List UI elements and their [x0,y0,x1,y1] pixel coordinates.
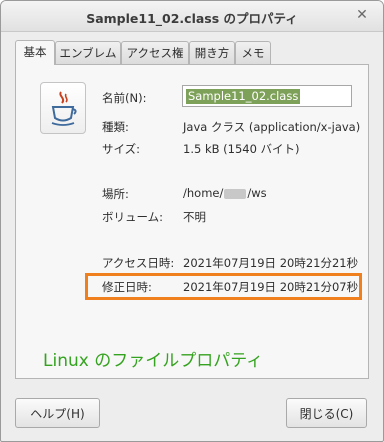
help-button[interactable]: ヘルプ(H) [15,398,100,428]
location-value: /home/ /ws [183,186,267,200]
modified-label: 修正日時: [102,280,152,294]
volume-label: ボリューム: [102,210,164,224]
name-label: 名前(N): [102,91,147,105]
accessed-value: 2021年07月19日 20時21分21秒 [183,256,359,270]
location-suffix: /ws [247,186,267,200]
tab-basic[interactable]: 基本 [15,40,55,65]
tab-emblems[interactable]: エンブレム [55,41,121,64]
volume-value: 不明 [183,210,206,224]
annotation-caption: Linux のファイルプロパティ [43,351,264,371]
size-value: 1.5 kB (1540 バイト) [183,142,300,156]
properties-dialog: Sample11_02.class のプロパティ ✕ 基本 エンブレム アクセス… [0,0,384,442]
close-icon[interactable]: ✕ [353,6,371,24]
accessed-label: アクセス日時: [102,256,175,270]
type-value: Java クラス (application/x-java) [183,120,361,134]
size-label: サイズ: [102,142,141,156]
type-label: 種類: [102,120,129,134]
location-prefix: /home/ [183,186,224,200]
modified-value: 2021年07月19日 20時21分07秒 [183,280,359,294]
close-button[interactable]: 閉じる(C) [286,398,367,428]
basic-panel: 名前(N): Sample11_02.class 種類: Java クラス (a… [15,64,369,379]
redacted-username [224,188,247,199]
tab-permissions[interactable]: アクセス権 [121,41,189,64]
java-file-icon [40,82,86,134]
window-title: Sample11_02.class のプロパティ [86,11,298,26]
title-bar: Sample11_02.class のプロパティ ✕ [1,1,383,32]
location-label: 場所: [102,187,129,201]
name-field-value: Sample11_02.class [186,89,301,104]
tab-open-with[interactable]: 開き方 [189,41,235,64]
name-field[interactable]: Sample11_02.class [182,85,352,107]
tab-notes[interactable]: メモ [235,41,271,64]
